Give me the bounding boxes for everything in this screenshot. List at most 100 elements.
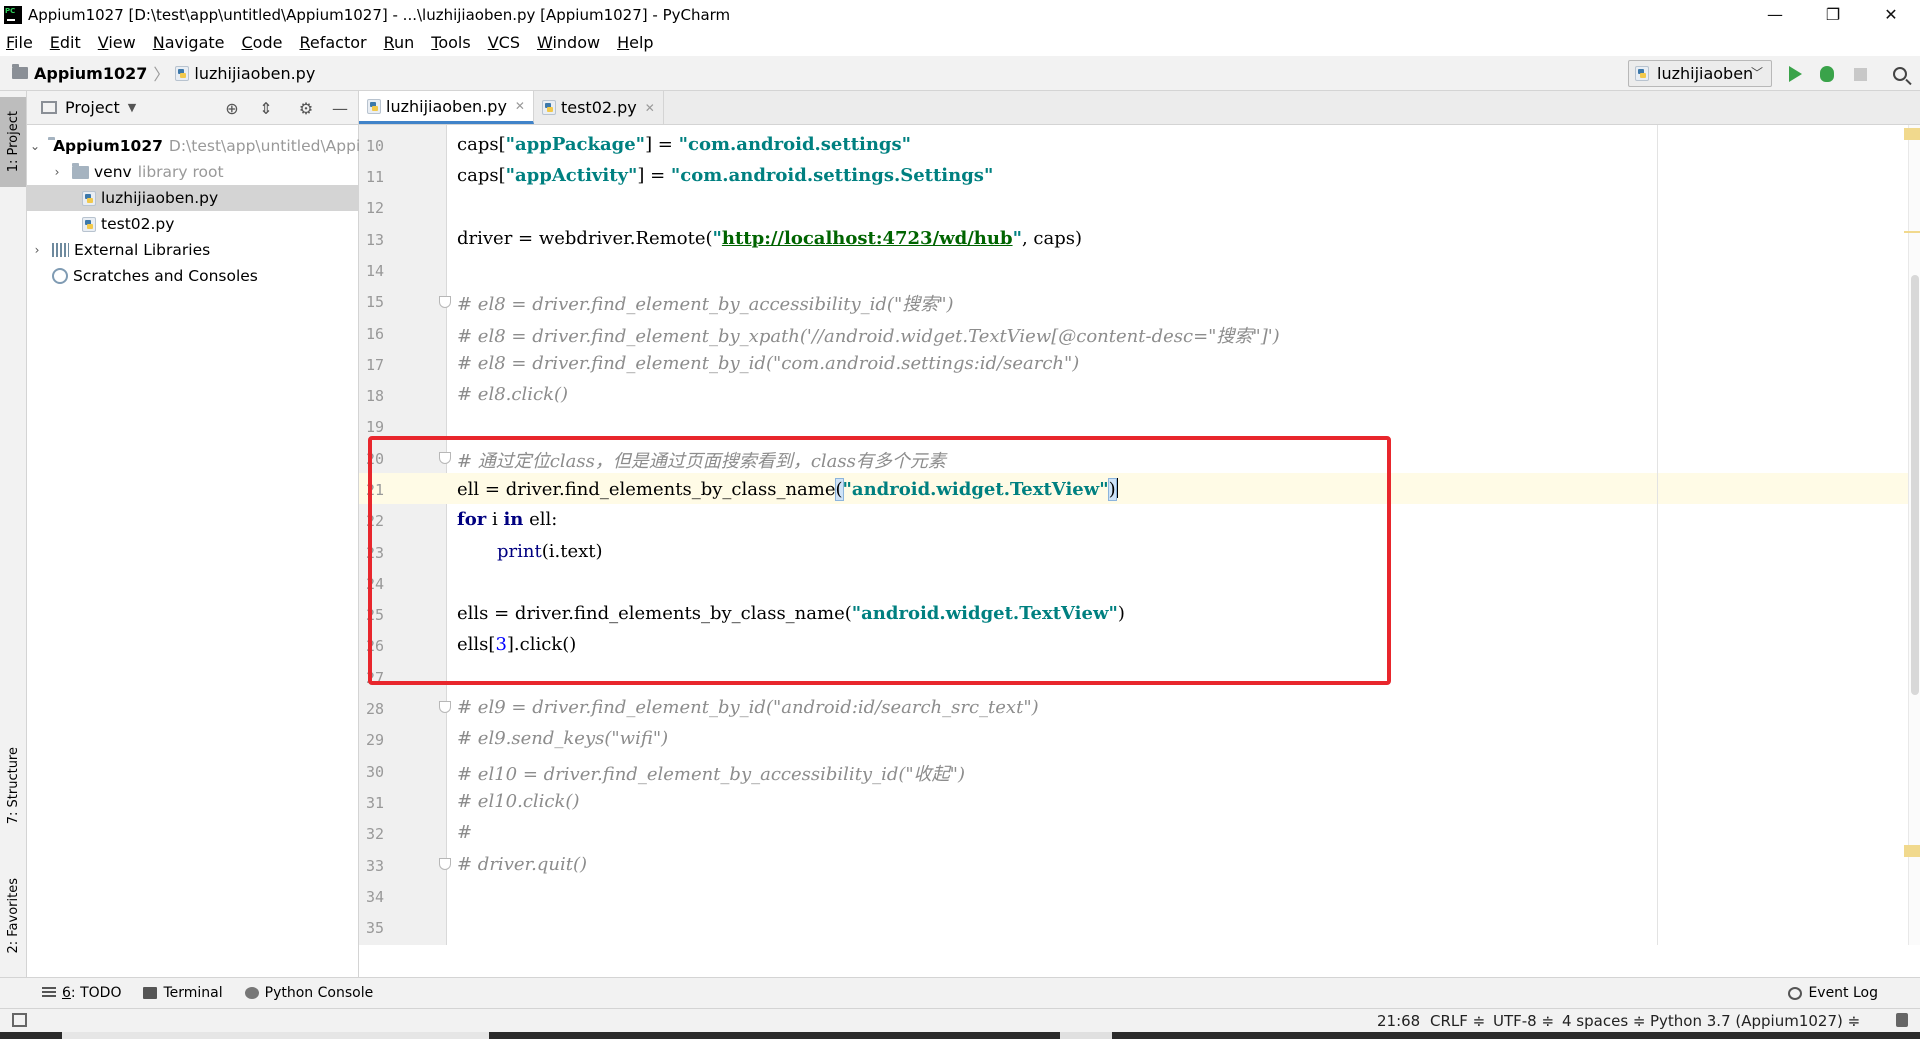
- restore-button[interactable]: ❐: [1804, 0, 1862, 29]
- project-panel: Project ▼ ⊕ ⇕ ⚙ — ⌄ Appium1027 D:\test\a…: [27, 91, 359, 977]
- menu-help[interactable]: Help: [617, 33, 653, 52]
- indent-setting[interactable]: 4 spaces ≑: [1562, 1012, 1645, 1030]
- menu-refactor[interactable]: Refactor: [299, 33, 366, 52]
- scroll-marker[interactable]: [1904, 845, 1920, 857]
- breadcrumb-separator: 〉: [153, 65, 170, 84]
- fold-marker-icon[interactable]: [439, 701, 451, 713]
- editor-vertical-scrollbar[interactable]: [1908, 125, 1920, 945]
- scratches-icon: [52, 268, 68, 284]
- line-number: 17: [366, 356, 385, 374]
- project-panel-header: Project ▼ ⊕ ⇕ ⚙ —: [27, 91, 358, 125]
- python-file-icon: [82, 216, 96, 232]
- line-separator[interactable]: CRLF ≑: [1430, 1012, 1485, 1030]
- stop-icon: [1853, 67, 1867, 81]
- line-number: 34: [366, 888, 385, 906]
- window-title: Appium1027 [D:\test\app\untitled\Appium1…: [28, 5, 731, 24]
- stop-button[interactable]: [1850, 64, 1870, 84]
- tree-item-external-libraries[interactable]: › External Libraries: [27, 237, 359, 263]
- collapse-all-icon[interactable]: ⇕: [257, 99, 275, 118]
- inspection-indicator-icon[interactable]: [1904, 128, 1920, 140]
- hide-icon[interactable]: —: [331, 99, 349, 118]
- os-taskbar-item: [1060, 1032, 1112, 1039]
- chevron-down-icon: ﹀: [1750, 66, 1763, 80]
- structure-tool-button[interactable]: 7: Structure: [0, 736, 26, 836]
- gear-icon[interactable]: ⚙: [297, 99, 315, 118]
- scrollbar-thumb[interactable]: [1911, 275, 1919, 695]
- chevron-right-icon[interactable]: ›: [30, 243, 44, 257]
- python-file-icon: [175, 65, 190, 81]
- line-number: 14: [366, 262, 385, 280]
- file-encoding[interactable]: UTF-8 ≑: [1493, 1012, 1554, 1030]
- line-number: 11: [366, 168, 385, 186]
- comment-line: # driver.quit(): [457, 854, 588, 875]
- os-taskbar-item: [62, 1032, 489, 1039]
- tree-item-venv[interactable]: › venv library root: [27, 159, 359, 185]
- menu-edit[interactable]: Edit: [50, 33, 81, 52]
- status-bar: 21:68 CRLF ≑ UTF-8 ≑ 4 spaces ≑ Python 3…: [0, 1008, 1920, 1032]
- menu-code[interactable]: Code: [242, 33, 283, 52]
- event-log-icon: [1788, 986, 1803, 1000]
- debug-button[interactable]: [1817, 64, 1837, 84]
- chevron-right-icon[interactable]: ›: [50, 165, 64, 179]
- favorites-tool-button[interactable]: 2: Favorites: [0, 866, 26, 966]
- locate-icon[interactable]: ⊕: [223, 99, 241, 118]
- python-file-icon: [82, 190, 96, 206]
- tab-test02[interactable]: test02.py ✕: [534, 91, 664, 124]
- close-tab-icon[interactable]: ✕: [515, 99, 525, 113]
- left-tool-strip: 1: Project 7: Structure 2: Favorites: [0, 91, 27, 977]
- run-button[interactable]: [1785, 64, 1805, 84]
- line-number: 16: [366, 325, 385, 343]
- python-console-tool-button[interactable]: Python Console: [244, 985, 373, 1001]
- breadcrumb-file[interactable]: luzhijiaoben.py: [194, 64, 315, 83]
- menu-navigate[interactable]: Navigate: [153, 33, 225, 52]
- breadcrumb-project[interactable]: Appium1027: [34, 64, 147, 83]
- menu-vcs[interactable]: VCS: [488, 33, 520, 52]
- url-link[interactable]: http://localhost:4723/wd/hub: [722, 228, 1013, 249]
- menu-window[interactable]: Window: [537, 33, 600, 52]
- toggle-tool-windows-icon[interactable]: [12, 1013, 27, 1027]
- search-button[interactable]: [1890, 64, 1910, 84]
- menu-tools[interactable]: Tools: [431, 33, 470, 52]
- fold-marker-icon[interactable]: [439, 858, 451, 870]
- run-configuration-label: luzhijiaoben: [1657, 64, 1754, 83]
- line-number: 28: [366, 700, 385, 718]
- run-icon: [1788, 66, 1802, 82]
- line-number: 32: [366, 825, 385, 843]
- caret-position[interactable]: 21:68: [1377, 1012, 1420, 1030]
- terminal-icon: [143, 987, 158, 999]
- editor-tabs: luzhijiaoben.py ✕ test02.py ✕: [359, 91, 1920, 125]
- event-log-button[interactable]: Event Log: [1788, 985, 1878, 1001]
- line-number: 15: [366, 293, 385, 311]
- line-number: 12: [366, 199, 385, 217]
- scroll-marker[interactable]: [1904, 231, 1920, 233]
- todo-tool-button[interactable]: 6: TODO: [42, 985, 121, 1001]
- project-tool-button[interactable]: 1: Project: [0, 97, 26, 187]
- terminal-tool-button[interactable]: Terminal: [143, 985, 223, 1001]
- comment-line: # el9 = driver.find_element_by_id("andro…: [457, 697, 1039, 718]
- lock-icon[interactable]: [1896, 1013, 1908, 1027]
- todo-icon: [42, 987, 56, 999]
- run-configuration-select[interactable]: luzhijiaoben ﹀: [1628, 60, 1772, 87]
- tree-item-scratches[interactable]: Scratches and Consoles: [27, 263, 359, 289]
- menu-file[interactable]: File: [6, 33, 33, 52]
- tree-item-luzhijiaoben[interactable]: luzhijiaoben.py: [27, 185, 359, 211]
- tree-item-root[interactable]: ⌄ Appium1027 D:\test\app\untitled\Appium…: [27, 133, 359, 159]
- close-button[interactable]: ✕: [1862, 0, 1920, 29]
- fold-marker-icon[interactable]: [439, 296, 451, 308]
- chevron-down-icon[interactable]: ▼: [128, 101, 136, 114]
- line-number: 31: [366, 794, 385, 812]
- python-file-icon: [541, 100, 556, 115]
- menu-bar: File Edit View Navigate Code Refactor Ru…: [0, 29, 1920, 56]
- navigation-bar: Appium1027 〉 luzhijiaoben.py luzhijiaobe…: [0, 56, 1920, 91]
- tree-item-test02[interactable]: test02.py: [27, 211, 359, 237]
- menu-run[interactable]: Run: [384, 33, 415, 52]
- chevron-down-icon[interactable]: ⌄: [30, 139, 40, 153]
- tab-luzhijiaoben[interactable]: luzhijiaoben.py ✕: [359, 91, 534, 124]
- line-number: 13: [366, 231, 385, 249]
- menu-view[interactable]: View: [98, 33, 136, 52]
- minimize-button[interactable]: —: [1746, 0, 1804, 29]
- python-interpreter[interactable]: Python 3.7 (Appium1027) ≑: [1650, 1012, 1860, 1030]
- project-panel-title[interactable]: Project: [65, 98, 120, 117]
- breadcrumb: Appium1027 〉 luzhijiaoben.py: [0, 61, 315, 85]
- close-tab-icon[interactable]: ✕: [645, 101, 655, 115]
